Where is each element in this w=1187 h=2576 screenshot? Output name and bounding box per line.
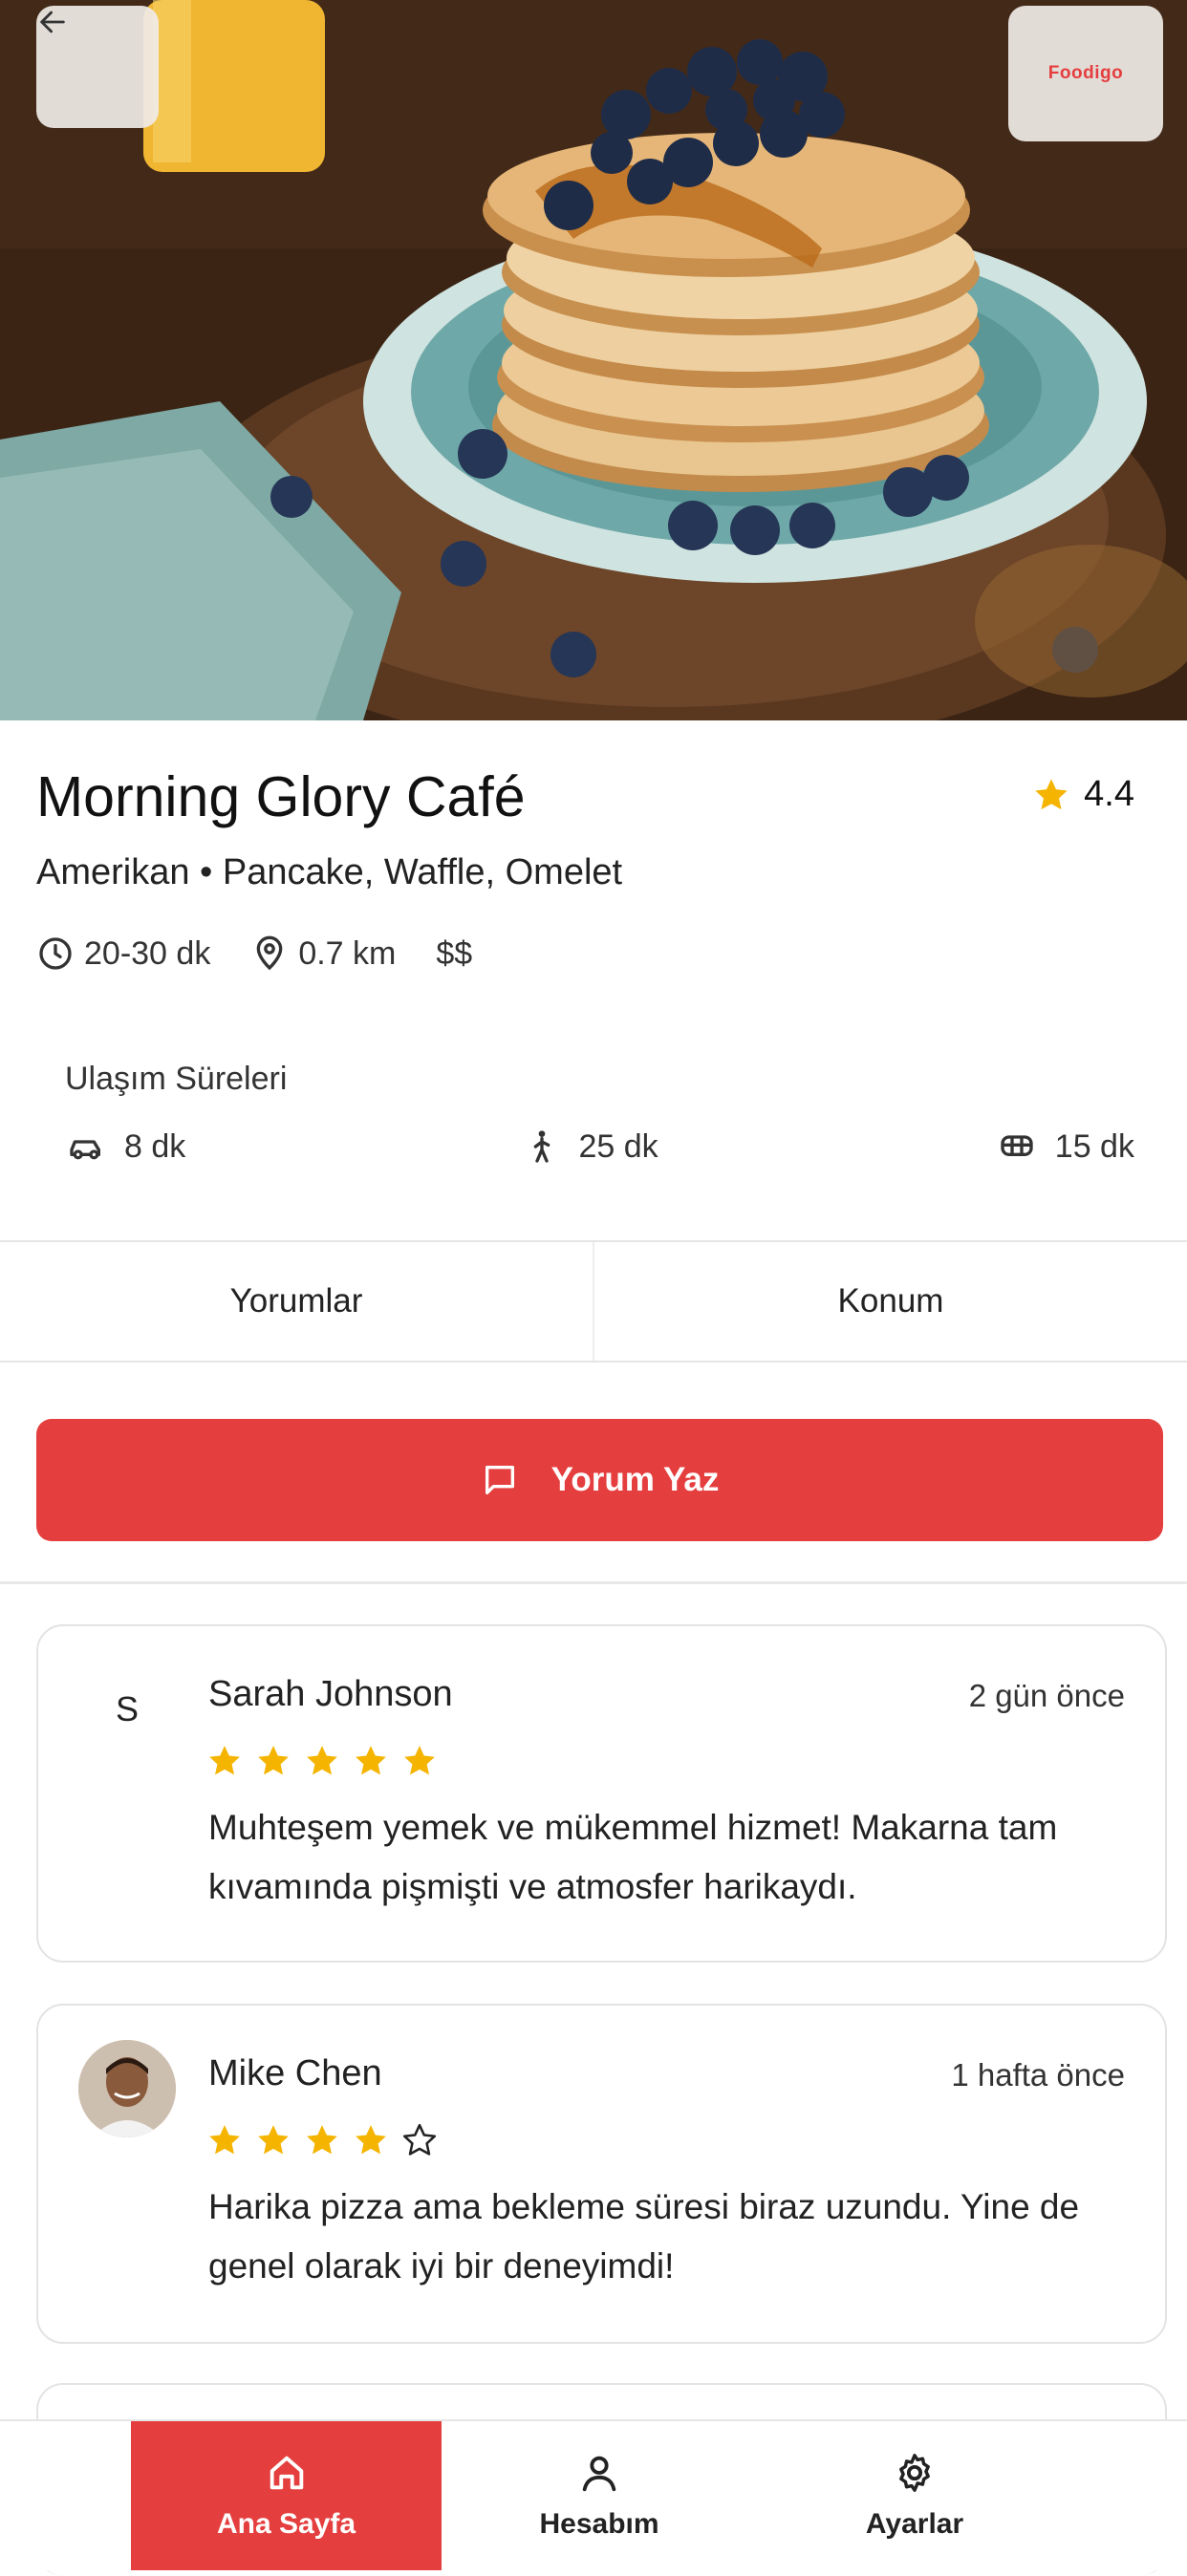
write-review-button[interactable]: Yorum Yaz xyxy=(36,1419,1163,1541)
user-icon xyxy=(582,2456,616,2492)
nav-settings-label: Ayarlar xyxy=(865,2508,964,2540)
reviewer-name: Sarah Johnson xyxy=(208,1674,453,1714)
star-empty-icon xyxy=(402,2123,437,2156)
star-filled-icon xyxy=(356,2125,386,2155)
restaurant-hero-image: Foodigo xyxy=(0,0,1187,720)
distance: 0.7 km xyxy=(250,934,396,973)
brand-logo-text: Foodigo xyxy=(1047,63,1124,83)
write-review-label: Yorum Yaz xyxy=(550,1461,720,1498)
comment-icon xyxy=(485,1466,514,1494)
bus-icon xyxy=(1001,1135,1033,1156)
star-filled-icon xyxy=(258,1746,289,1775)
tab-reviews[interactable]: Yorumlar xyxy=(0,1242,594,1361)
transit-car: 8 dk xyxy=(65,1127,185,1166)
back-button[interactable] xyxy=(36,6,159,128)
avatar-initial: S xyxy=(115,1689,139,1728)
restaurant-meta: 20-30 dk 0.7 km $$ xyxy=(36,934,512,973)
nav-account[interactable]: Hesabım xyxy=(442,2421,757,2570)
transit-bus-value: 15 dk xyxy=(1054,1127,1134,1165)
avatar xyxy=(78,2040,176,2137)
arrow-left-icon xyxy=(40,11,65,33)
distance-value: 0.7 km xyxy=(298,934,397,972)
star-filled-icon xyxy=(258,2125,289,2155)
star-filled-icon xyxy=(356,1746,386,1775)
transit-car-value: 8 dk xyxy=(124,1127,186,1165)
transit-walk: 25 dk xyxy=(523,1127,658,1166)
review-time: 2 gün önce xyxy=(968,1678,1125,1713)
tab-location[interactable]: Konum xyxy=(594,1242,1187,1361)
price-value: $$ xyxy=(436,934,473,972)
review-card: S Sarah Johnson 2 gün önce Muhteşem yeme… xyxy=(36,1624,1167,1963)
restaurant-rating: 4.4 xyxy=(1032,774,1134,815)
cuisine-info: Amerikan • Pancake, Waffle, Omelet xyxy=(36,852,623,892)
review-card: Mike Chen 1 hafta önce Harika pizza ama … xyxy=(36,2004,1167,2344)
avatar-photo xyxy=(78,2040,176,2137)
delivery-time-value: 20-30 dk xyxy=(84,934,211,972)
nav-settings[interactable]: Ayarlar xyxy=(757,2421,1072,2570)
star-filled-icon xyxy=(209,1746,240,1775)
bottom-navigation: Ana Sayfa Hesabım Ayarlar xyxy=(0,2419,1187,2570)
restaurant-name: Morning Glory Café xyxy=(36,765,526,828)
clock-icon xyxy=(39,937,72,970)
nav-home-label: Ana Sayfa xyxy=(216,2508,356,2540)
transit-title: Ulaşım Süreleri xyxy=(65,1061,288,1097)
detail-tabs: Yorumlar Konum xyxy=(0,1240,1187,1363)
review-time: 1 hafta önce xyxy=(951,2057,1125,2093)
star-rating xyxy=(206,2122,438,2158)
review-text: Harika pizza ama bekleme süresi biraz uz… xyxy=(208,2187,1080,2286)
star-filled-icon xyxy=(307,1746,337,1775)
star-icon xyxy=(1035,778,1068,809)
star-rating xyxy=(206,1743,438,1779)
price-level: $$ xyxy=(436,935,472,973)
delivery-time: 20-30 dk xyxy=(36,934,210,973)
car-icon xyxy=(70,1140,101,1160)
review-text: Muhteşem yemek ve mükemmel hizmet! Makar… xyxy=(208,1808,1058,1906)
transit-times: 8 dk 25 dk 15 dk xyxy=(65,1127,1134,1166)
reviewer-name: Mike Chen xyxy=(208,2053,382,2093)
nav-home[interactable]: Ana Sayfa xyxy=(131,2421,442,2570)
home-icon xyxy=(270,2456,303,2490)
brand-logo[interactable]: Foodigo xyxy=(1008,6,1163,141)
walk-icon xyxy=(534,1130,550,1163)
location-pin-icon xyxy=(256,935,283,971)
transit-walk-value: 25 dk xyxy=(578,1127,658,1165)
star-filled-icon xyxy=(209,2125,240,2155)
section-divider xyxy=(0,1581,1187,1584)
nav-account-label: Hesabım xyxy=(539,2508,659,2540)
gear-icon xyxy=(899,2454,930,2492)
transit-bus: 15 dk xyxy=(996,1127,1134,1166)
rating-value: 4.4 xyxy=(1084,774,1134,814)
star-filled-icon xyxy=(307,2125,337,2155)
star-filled-icon xyxy=(404,1746,435,1775)
